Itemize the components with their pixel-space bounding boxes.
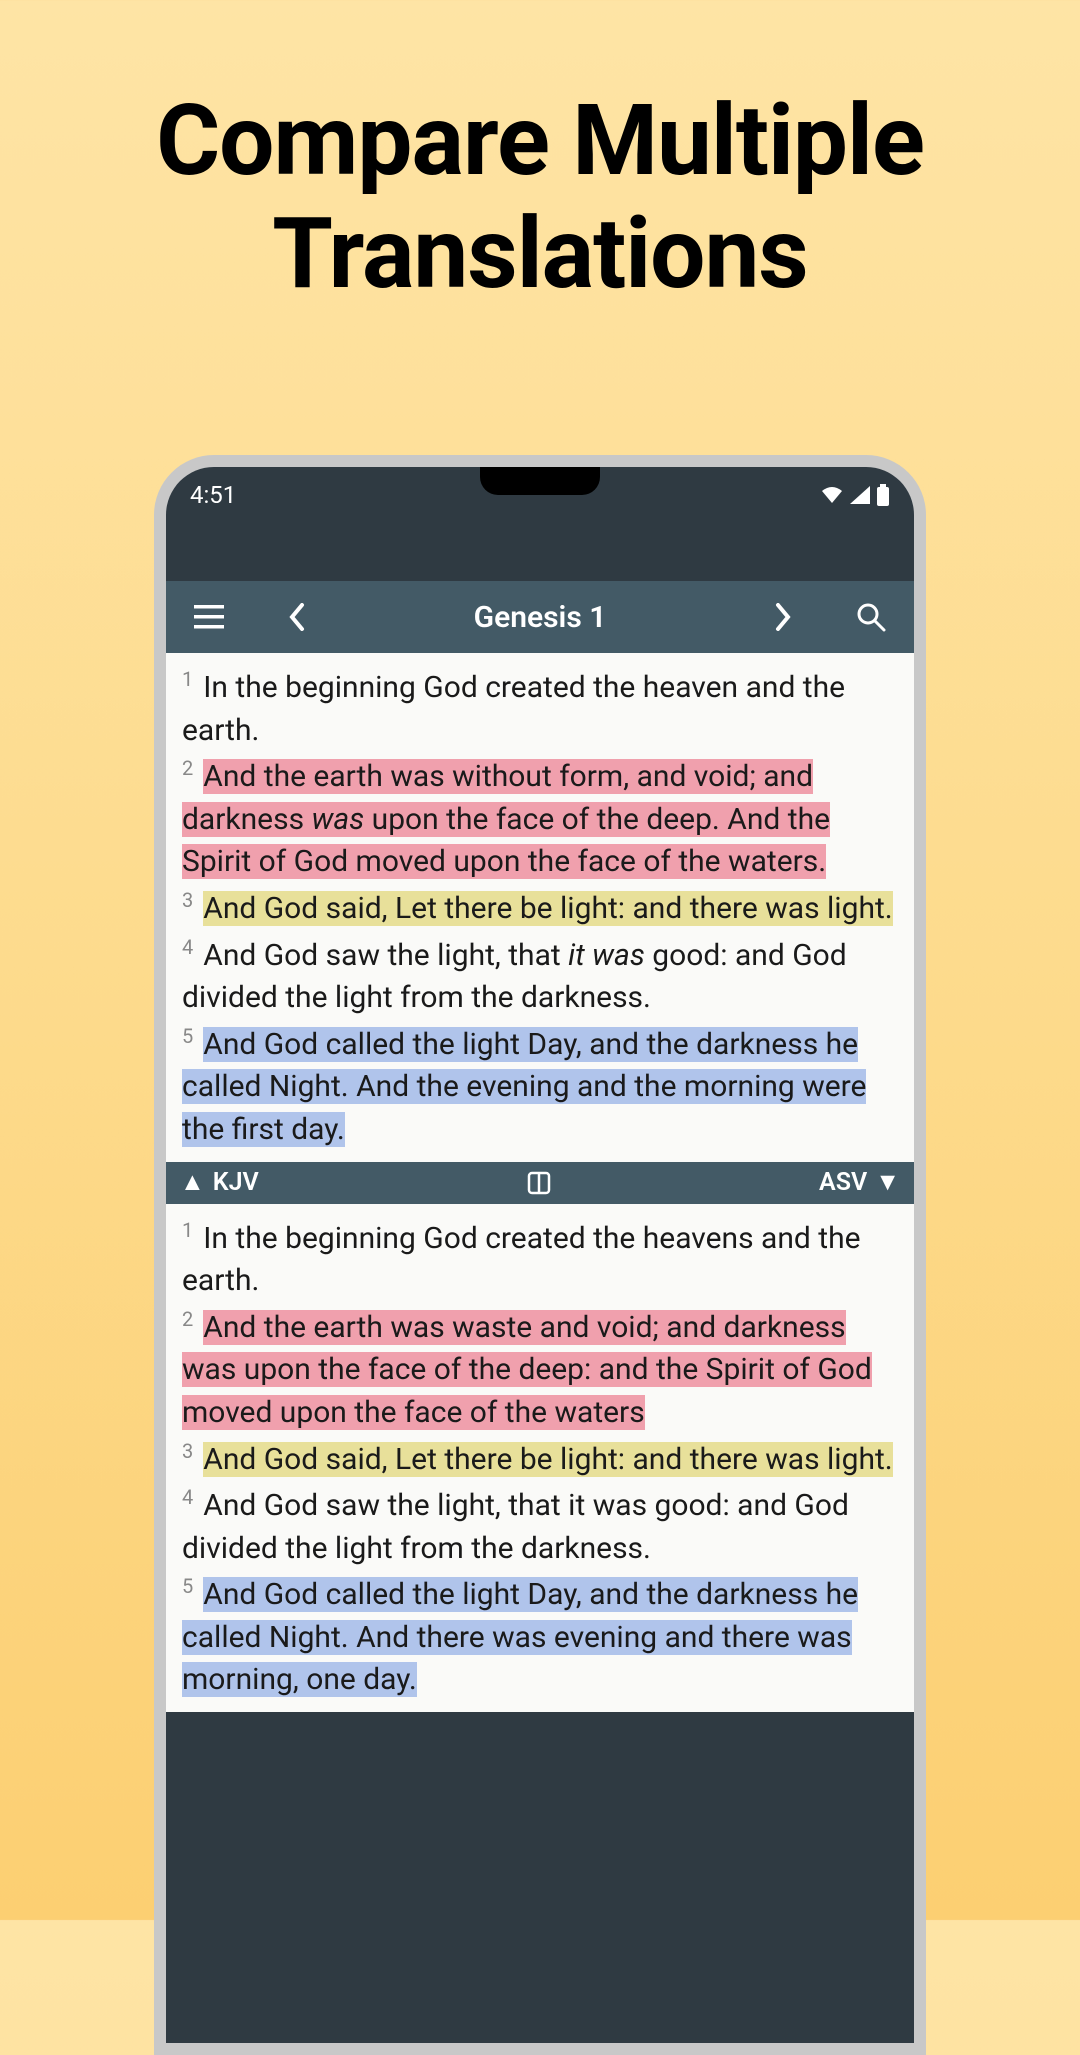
menu-button[interactable] [184,592,234,642]
promo-title-line1: Compare Multiple [0,85,1080,198]
cellular-icon [850,486,870,504]
verse-number: 5 [182,1024,193,1048]
phone-frame: 4:51 Genesis 1 [154,455,926,2055]
topbar-spacer [166,523,914,581]
bottom-translation-label: ASV [819,1168,867,1197]
verse-text: And God said, Let there be light: and th… [203,891,892,926]
split-view-button[interactable] [526,1170,552,1196]
verse-number: 2 [182,756,193,780]
verse-number: 1 [182,1218,193,1242]
verse-number: 4 [182,935,193,959]
verse-text: In the beginning God created the heavens… [182,1221,861,1299]
verse-text: And God called the light Day, and the da… [182,1027,866,1147]
app-toolbar: Genesis 1 [166,581,914,653]
translation-split-bar: ▲ KJV ASV ▼ [166,1162,914,1204]
verse-text: And God called the light Day, and the da… [182,1577,858,1697]
verse-number: 5 [182,1574,193,1598]
verse[interactable]: 2And the earth was without form, and voi… [182,754,898,884]
verse-text: And the earth was without form, and void… [182,759,830,879]
next-chapter-button[interactable] [758,592,808,642]
verse[interactable]: 3 And God said, Let there be light: and t… [182,1437,898,1482]
search-button[interactable] [846,592,896,642]
verse-text: And God saw the light, that it was good:… [182,938,847,1016]
promo-title: Compare Multiple Translations [0,0,1080,310]
phone-notch [480,467,600,495]
verse[interactable]: 2And the earth was waste and void; and d… [182,1305,898,1435]
verse-number: 2 [182,1307,193,1331]
verse[interactable]: 3 And God said, Let there be light: and t… [182,886,898,931]
top-translation-label: KJV [213,1168,259,1197]
wifi-icon [820,485,844,505]
promo-title-line2: Translations [0,198,1080,311]
verse-number: 3 [182,1439,193,1463]
verse-number: 3 [182,888,193,912]
translation-pane-bottom[interactable]: 1In the beginning God created the heaven… [166,1204,914,1713]
verse[interactable]: 1In the beginning God created the heaven… [182,665,898,752]
verse[interactable]: 5And God called the light Day, and the d… [182,1022,898,1152]
status-icons [820,484,890,506]
verse[interactable]: 4And God saw the light, that it was good… [182,1483,898,1570]
verse[interactable]: 5And God called the light Day, and the d… [182,1572,898,1702]
triangle-down-icon: ▼ [875,1168,900,1197]
battery-icon [876,484,890,506]
verse-text: In the beginning God created the heaven … [182,670,845,748]
verse-text: And the earth was waste and void; and da… [182,1310,872,1430]
top-translation-selector[interactable]: ▲ KJV [180,1168,259,1197]
triangle-up-icon: ▲ [180,1168,205,1197]
status-time: 4:51 [190,481,236,509]
verse[interactable]: 1In the beginning God created the heaven… [182,1216,898,1303]
phone-screen: 4:51 Genesis 1 [166,467,914,2043]
verse-number: 1 [182,667,193,691]
verse-text: And God saw the light, that it was good:… [182,1488,849,1566]
bottom-translation-selector[interactable]: ASV ▼ [819,1168,900,1197]
verse[interactable]: 4And God saw the light, that it was good… [182,933,898,1020]
translation-pane-top[interactable]: 1In the beginning God created the heaven… [166,653,914,1162]
verse-number: 4 [182,1485,193,1509]
verse-text: And God said, Let there be light: and th… [203,1442,892,1477]
prev-chapter-button[interactable] [272,592,322,642]
chapter-title[interactable]: Genesis 1 [330,600,750,635]
